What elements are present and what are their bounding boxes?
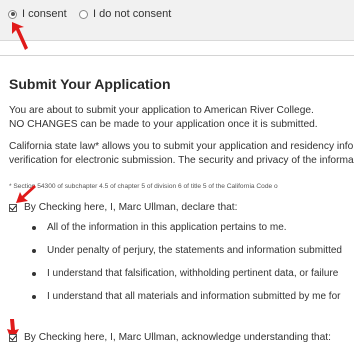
list-item: I understand that falsification, withhol… <box>31 267 342 281</box>
divider <box>0 55 354 56</box>
consent-label: I consent <box>22 8 67 20</box>
declaration-checkbox-row[interactable]: By Checking here, I, Marc Ullman, declar… <box>9 202 237 213</box>
acknowledge-label: By Checking here, I, Marc Ullman, acknow… <box>24 332 331 343</box>
intro-line-1: You are about to submit your application… <box>9 105 314 116</box>
intro-line-2: NO CHANGES can be made to your applicati… <box>9 119 318 130</box>
law-line-1: California state law* allows you to subm… <box>9 141 354 152</box>
checkbox-checked-icon[interactable] <box>9 203 17 212</box>
list-item: I understand that all materials and info… <box>31 290 342 304</box>
radio-unchecked-icon[interactable] <box>79 9 88 19</box>
consent-strip: I consent I do not consent <box>0 0 354 41</box>
no-consent-label: I do not consent <box>93 8 172 20</box>
radio-checked-icon[interactable] <box>8 9 17 19</box>
law-line-2: verification for electronic submission. … <box>9 155 354 166</box>
declaration-list: All of the information in this applicati… <box>31 221 342 313</box>
list-item: Under penalty of perjury, the statements… <box>31 244 342 258</box>
page-title: Submit Your Application <box>9 76 171 92</box>
list-item: All of the information in this applicati… <box>31 221 342 235</box>
consent-option-no[interactable]: I do not consent <box>79 8 171 20</box>
declaration-label: By Checking here, I, Marc Ullman, declar… <box>24 202 238 213</box>
red-arrow-icon <box>12 22 28 50</box>
footnote: * Section 54300 of subchapter 4.5 of cha… <box>9 183 278 190</box>
checkbox-checked-icon[interactable] <box>9 333 17 342</box>
acknowledge-checkbox-row[interactable]: By Checking here, I, Marc Ullman, acknow… <box>9 332 331 343</box>
consent-option-yes[interactable]: I consent <box>8 8 67 20</box>
